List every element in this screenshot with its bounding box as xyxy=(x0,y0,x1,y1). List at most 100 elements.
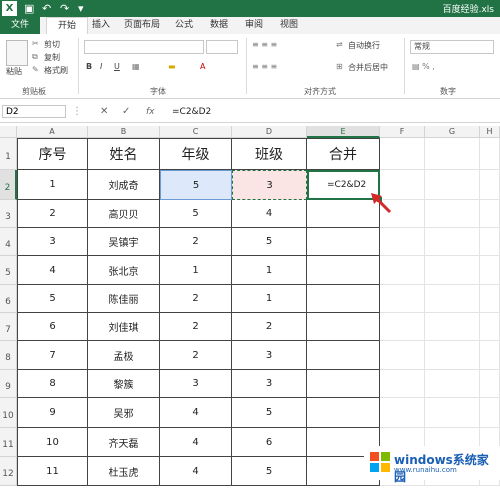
table-cell[interactable]: 2 xyxy=(17,200,88,228)
grid-cell[interactable] xyxy=(480,370,500,398)
row-header-7[interactable]: 7 xyxy=(0,313,17,341)
copy-button[interactable]: 复制 xyxy=(44,52,60,63)
tab-file[interactable]: 文件 xyxy=(0,17,40,34)
table-cell[interactable]: 3 xyxy=(17,228,88,256)
tab-page-layout[interactable]: 页面布局 xyxy=(124,17,160,34)
italic-button[interactable]: I xyxy=(100,62,102,71)
table-cell[interactable]: 吴镇宇 xyxy=(88,228,160,256)
grid-cell[interactable] xyxy=(380,341,425,370)
grid-cell[interactable] xyxy=(480,398,500,428)
grid-cell[interactable] xyxy=(425,170,480,200)
table-cell[interactable] xyxy=(307,285,380,313)
grid-cell[interactable] xyxy=(380,256,425,285)
merge-center-button[interactable]: 合并后居中 xyxy=(348,62,388,73)
grid-cell[interactable] xyxy=(425,341,480,370)
cancel-icon[interactable]: ✕ xyxy=(100,105,108,119)
column-header-a[interactable]: A xyxy=(17,126,88,138)
row-header-12[interactable]: 12 xyxy=(0,457,17,486)
undo-icon[interactable]: ↶ xyxy=(42,1,51,16)
grid-cell[interactable] xyxy=(480,341,500,370)
table-cell[interactable]: 孟极 xyxy=(88,341,160,370)
cut-button[interactable]: 剪切 xyxy=(44,39,60,50)
table-cell[interactable]: 5 xyxy=(232,398,307,428)
save-icon[interactable]: ▣ xyxy=(24,1,34,16)
font-color-icon[interactable]: A xyxy=(200,62,205,71)
table-cell[interactable]: 吴邪 xyxy=(88,398,160,428)
column-header-d[interactable]: D xyxy=(232,126,307,138)
table-cell[interactable]: 5 xyxy=(232,457,307,486)
tab-home[interactable]: 开始 xyxy=(46,17,88,35)
column-header-f[interactable]: F xyxy=(380,126,425,138)
table-cell[interactable] xyxy=(307,370,380,398)
fill-color-icon[interactable]: ▬ xyxy=(168,62,176,71)
tab-insert[interactable]: 插入 xyxy=(92,17,110,34)
grid-cell[interactable] xyxy=(480,313,500,341)
table-cell[interactable]: 5 xyxy=(17,285,88,313)
grid-cell[interactable] xyxy=(480,138,500,170)
customize-qat-icon[interactable]: ▾ xyxy=(78,1,84,16)
select-all-corner[interactable] xyxy=(0,126,17,138)
paste-button[interactable]: 粘贴 xyxy=(6,66,22,77)
underline-button[interactable]: U xyxy=(114,62,120,71)
table-cell[interactable]: 1 xyxy=(232,256,307,285)
row-header-11[interactable]: 11 xyxy=(0,428,17,457)
table-cell[interactable]: 1 xyxy=(232,285,307,313)
tab-view[interactable]: 视图 xyxy=(280,17,298,34)
table-cell[interactable]: 3 xyxy=(232,370,307,398)
border-icon[interactable]: ▦ xyxy=(132,62,140,71)
cell-c2[interactable]: 5 xyxy=(160,170,232,200)
tab-formulas[interactable]: 公式 xyxy=(175,17,193,34)
row-header-10[interactable]: 10 xyxy=(0,398,17,428)
table-cell[interactable]: 3 xyxy=(232,341,307,370)
tab-review[interactable]: 审阅 xyxy=(245,17,263,34)
table-cell[interactable]: 4 xyxy=(232,200,307,228)
cell-d2[interactable]: 3 xyxy=(232,170,307,200)
grid-cell[interactable] xyxy=(480,200,500,228)
row-header-8[interactable]: 8 xyxy=(0,341,17,370)
table-cell[interactable] xyxy=(307,256,380,285)
row-header-2[interactable]: 2 xyxy=(0,170,17,200)
grid-cell[interactable] xyxy=(425,285,480,313)
column-header-e[interactable]: E xyxy=(307,126,380,138)
table-cell[interactable]: 2 xyxy=(160,313,232,341)
table-cell[interactable]: 1 xyxy=(160,256,232,285)
table-cell[interactable]: 7 xyxy=(17,341,88,370)
grid-cell[interactable] xyxy=(425,398,480,428)
grid-cell[interactable] xyxy=(425,370,480,398)
enter-icon[interactable]: ✓ xyxy=(122,105,130,119)
table-cell[interactable] xyxy=(307,313,380,341)
table-cell[interactable]: 5 xyxy=(160,200,232,228)
table-cell[interactable]: 陈佳丽 xyxy=(88,285,160,313)
row-header-1[interactable]: 1 xyxy=(0,138,17,170)
table-cell[interactable]: 5 xyxy=(232,228,307,256)
table-cell[interactable]: 10 xyxy=(17,428,88,457)
table-cell[interactable]: 2 xyxy=(160,341,232,370)
table-cell[interactable]: 11 xyxy=(17,457,88,486)
grid-cell[interactable] xyxy=(380,138,425,170)
column-header-g[interactable]: G xyxy=(425,126,480,138)
insert-function-button[interactable]: fx xyxy=(146,105,155,119)
table-cell[interactable]: 3 xyxy=(160,370,232,398)
grid-cell[interactable] xyxy=(380,228,425,256)
table-header-cell[interactable]: 序号 xyxy=(17,138,88,170)
grid-cell[interactable] xyxy=(380,313,425,341)
table-cell[interactable]: 高贝贝 xyxy=(88,200,160,228)
grid-cell[interactable] xyxy=(380,398,425,428)
table-cell[interactable]: 2 xyxy=(232,313,307,341)
table-cell[interactable]: 4 xyxy=(160,428,232,457)
row-header-6[interactable]: 6 xyxy=(0,285,17,313)
grid-cell[interactable] xyxy=(480,170,500,200)
table-cell[interactable]: 1 xyxy=(17,170,88,200)
column-header-b[interactable]: B xyxy=(88,126,160,138)
table-header-cell[interactable]: 合并 xyxy=(307,138,380,170)
row-header-5[interactable]: 5 xyxy=(0,256,17,285)
grid-cell[interactable] xyxy=(380,370,425,398)
table-cell[interactable]: 4 xyxy=(160,457,232,486)
row-header-4[interactable]: 4 xyxy=(0,228,17,256)
font-size-dropdown[interactable] xyxy=(206,40,238,54)
table-cell[interactable] xyxy=(307,398,380,428)
table-header-cell[interactable]: 年级 xyxy=(160,138,232,170)
grid-cell[interactable] xyxy=(480,285,500,313)
table-cell[interactable]: 4 xyxy=(17,256,88,285)
grid-cell[interactable] xyxy=(380,285,425,313)
